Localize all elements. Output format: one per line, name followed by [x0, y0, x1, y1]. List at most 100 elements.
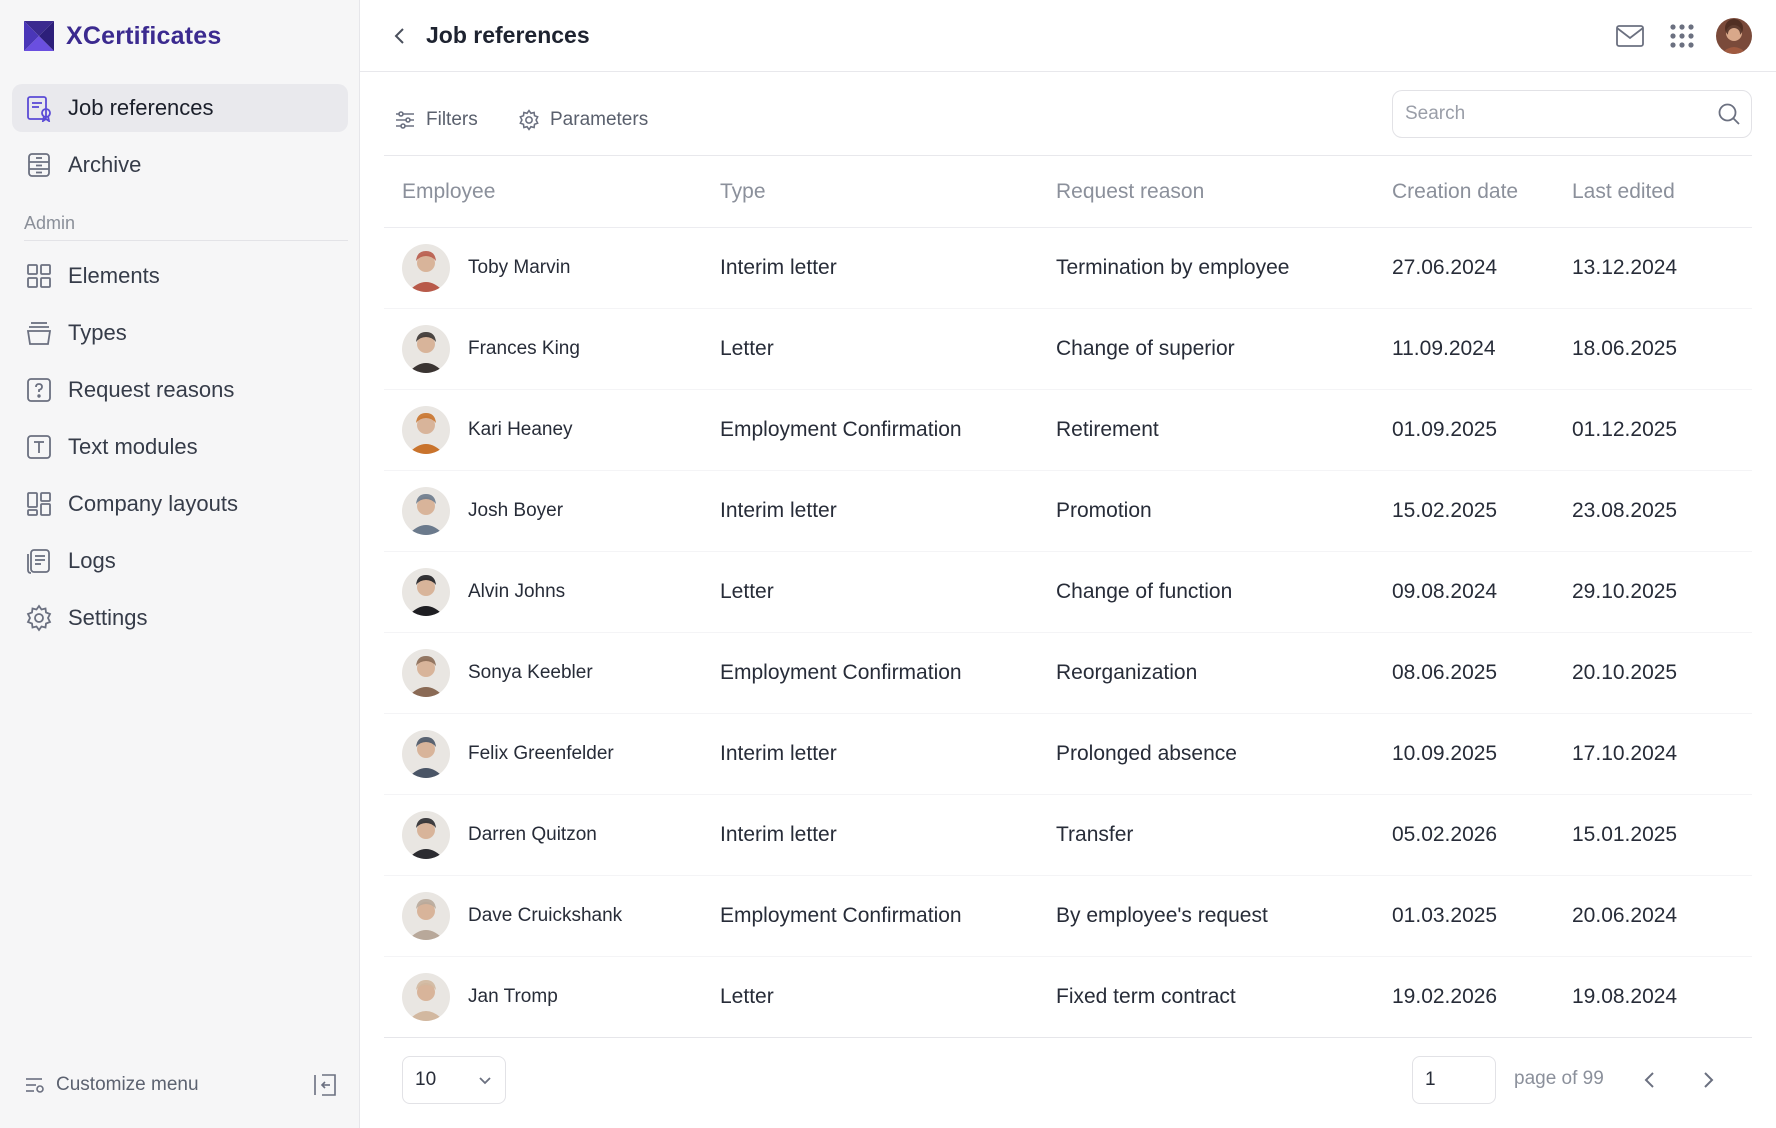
column-header-type[interactable]: Type	[720, 180, 1056, 204]
type-cell: Employment Confirmation	[720, 904, 962, 927]
sidebar-item-archive[interactable]: Archive	[12, 141, 348, 189]
table-row[interactable]: Felix Greenfelder Interim letter Prolong…	[384, 714, 1752, 795]
employee-cell: Darren Quitzon	[384, 811, 720, 859]
customize-menu-button[interactable]: Customize menu	[24, 1070, 199, 1100]
column-header-employee[interactable]: Employee	[384, 180, 720, 204]
archive-icon	[24, 150, 54, 180]
employee-name[interactable]: Dave Cruickshank	[468, 905, 622, 927]
employee-name[interactable]: Jan Tromp	[468, 986, 558, 1008]
mail-icon	[1616, 25, 1644, 47]
search-input[interactable]	[1405, 103, 1717, 125]
employee-name[interactable]: Darren Quitzon	[468, 824, 597, 846]
employee-name[interactable]: Kari Heaney	[468, 419, 573, 441]
employee-avatar	[402, 811, 450, 859]
column-header-creation-date[interactable]: Creation date	[1392, 180, 1572, 204]
person-avatar-icon	[402, 892, 450, 940]
sidebar-item-label: Types	[68, 320, 127, 345]
back-button[interactable]	[386, 22, 414, 50]
column-header-request-reason[interactable]: Request reason	[1056, 180, 1392, 204]
person-avatar-icon	[402, 730, 450, 778]
table-row[interactable]: Jan Tromp Letter Fixed term contract 19.…	[384, 957, 1752, 1038]
grid-icon	[24, 261, 54, 291]
page-size-select[interactable]: 10	[402, 1056, 506, 1104]
table-row[interactable]: Toby Marvin Interim letter Termination b…	[384, 228, 1752, 309]
sidebar-item-settings[interactable]: Settings	[12, 594, 348, 642]
customize-icon	[26, 1078, 44, 1093]
employee-avatar	[402, 649, 450, 697]
sidebar-item-types[interactable]: Types	[12, 309, 348, 357]
type-cell: Interim letter	[720, 499, 837, 522]
employee-name[interactable]: Toby Marvin	[468, 257, 570, 279]
parameters-gear-icon	[519, 109, 539, 131]
sidebar-item-label: Company layouts	[68, 491, 238, 516]
creation-date-cell: 05.02.2026	[1392, 823, 1498, 846]
toolbar: Filters Parameters	[384, 84, 1752, 156]
type-cell: Interim letter	[720, 823, 837, 846]
employee-name[interactable]: Felix Greenfelder	[468, 743, 614, 765]
person-avatar-icon	[402, 487, 450, 535]
sidebar-item-elements[interactable]: Elements	[12, 252, 348, 300]
person-avatar-icon	[402, 325, 450, 373]
table-row[interactable]: Dave Cruickshank Employment Confirmation…	[384, 876, 1752, 957]
employee-cell: Toby Marvin	[384, 244, 720, 292]
sidebar-item-job-references[interactable]: Job references	[12, 84, 348, 132]
logs-icon	[24, 546, 54, 576]
employee-cell: Jan Tromp	[384, 973, 720, 1021]
last-edited-cell: 20.10.2025	[1572, 661, 1678, 684]
employee-avatar	[402, 325, 450, 373]
previous-page-button[interactable]	[1634, 1064, 1666, 1096]
employee-name[interactable]: Josh Boyer	[468, 500, 563, 522]
page-size-value: 10	[415, 1069, 437, 1090]
gear-icon	[24, 603, 54, 633]
search-icon[interactable]	[1717, 102, 1741, 126]
request-reason-cell: Change of superior	[1056, 337, 1235, 360]
employee-cell: Alvin Johns	[384, 568, 720, 616]
table-row[interactable]: Darren Quitzon Interim letter Transfer 0…	[384, 795, 1752, 876]
table-row[interactable]: Alvin Johns Letter Change of function 09…	[384, 552, 1752, 633]
table-row[interactable]: Frances King Letter Change of superior 1…	[384, 309, 1752, 390]
type-cell: Employment Confirmation	[720, 661, 962, 684]
sidebar-item-logs[interactable]: Logs	[12, 537, 348, 585]
column-header-last-edited[interactable]: Last edited	[1572, 180, 1752, 204]
stack-icon	[24, 318, 54, 348]
user-avatar[interactable]	[1716, 18, 1752, 54]
sidebar-item-label: Logs	[68, 548, 116, 573]
creation-date-cell: 11.09.2024	[1392, 337, 1496, 360]
chevron-left-icon	[394, 28, 404, 44]
sidebar-item-request-reasons[interactable]: Request reasons	[12, 366, 348, 414]
sidebar-item-text-modules[interactable]: Text modules	[12, 423, 348, 471]
last-edited-cell: 23.08.2025	[1572, 499, 1678, 522]
filters-button[interactable]: Filters	[394, 102, 478, 138]
brand[interactable]: XCertificates	[22, 18, 221, 54]
filters-label: Filters	[426, 109, 478, 130]
creation-date-cell: 27.06.2024	[1392, 256, 1498, 279]
employee-cell: Frances King	[384, 325, 720, 373]
parameters-button[interactable]: Parameters	[518, 102, 648, 138]
person-avatar-icon	[402, 244, 450, 292]
table-row[interactable]: Kari Heaney Employment Confirmation Reti…	[384, 390, 1752, 471]
current-page-input[interactable]: 1	[1412, 1056, 1496, 1104]
admin-section-label: Admin	[24, 213, 76, 233]
pagination-bar: 10 1 page of 99	[384, 1040, 1752, 1104]
employee-name[interactable]: Sonya Keebler	[468, 662, 593, 684]
search-box[interactable]	[1392, 90, 1752, 138]
person-avatar-icon	[402, 568, 450, 616]
sidebar-item-company-layouts[interactable]: Company layouts	[12, 480, 348, 528]
employee-name[interactable]: Frances King	[468, 338, 580, 360]
table-row[interactable]: Sonya Keebler Employment Confirmation Re…	[384, 633, 1752, 714]
section-divider	[24, 240, 348, 241]
next-page-button[interactable]	[1692, 1064, 1724, 1096]
creation-date-cell: 15.02.2025	[1392, 499, 1498, 522]
table-row[interactable]: Josh Boyer Interim letter Promotion 15.0…	[384, 471, 1752, 552]
apps-button[interactable]	[1664, 18, 1700, 54]
sidebar-item-label: Elements	[68, 263, 160, 288]
collapse-sidebar-button[interactable]	[310, 1070, 340, 1100]
mail-button[interactable]	[1612, 18, 1648, 54]
question-icon	[24, 375, 54, 405]
employee-name[interactable]: Alvin Johns	[468, 581, 565, 603]
main-nav: Job references Archive	[12, 84, 348, 198]
last-edited-cell: 15.01.2025	[1572, 823, 1678, 846]
request-reason-cell: Termination by employee	[1056, 256, 1290, 279]
chevron-left-icon	[1644, 1072, 1654, 1088]
job-references-table: Employee Type Request reason Creation da…	[384, 156, 1752, 1038]
